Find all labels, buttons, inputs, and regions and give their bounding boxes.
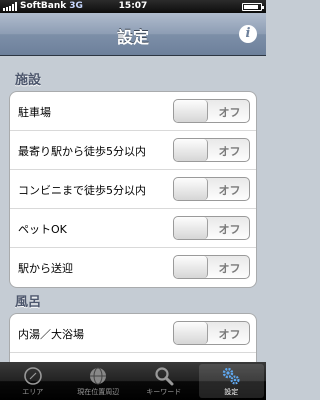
near-station-toggle[interactable]: オフ (173, 138, 250, 162)
tab-label: 設定 (224, 388, 239, 396)
setting-row-near-station: 最寄り駅から徒歩5分以内 オフ (10, 131, 256, 170)
toggle-state: オフ (218, 106, 241, 119)
setting-label: ペットOK (18, 223, 67, 236)
station-shuttle-toggle[interactable]: オフ (173, 255, 250, 279)
navigation-bar: 設定 i (0, 13, 266, 56)
toggle-state: オフ (218, 184, 241, 197)
gears-icon (223, 367, 240, 385)
toggle-state: オフ (218, 223, 241, 236)
pet-ok-toggle[interactable]: オフ (173, 216, 250, 240)
tab-keyword[interactable]: キーワード (131, 362, 197, 400)
tab-area[interactable]: エリア (0, 362, 66, 400)
tab-label: 現在位置周辺 (77, 388, 120, 396)
setting-label: コンビニまで徒歩5分以内 (18, 184, 146, 197)
settings-list[interactable]: 施設 駐車場 オフ 最寄り駅から徒歩5分以内 オフ コンビニまで徒歩5分以内 オ… (0, 57, 266, 362)
status-bar: SoftBank 3G 15:07 (0, 0, 266, 13)
page-title: 設定 (116, 28, 149, 47)
setting-label: 内湯／大浴場 (18, 328, 84, 341)
setting-row-station-shuttle: 駅から送迎 オフ (10, 248, 256, 287)
section-header-bath: 風呂 (15, 295, 42, 310)
status-time: 15:07 (118, 1, 148, 11)
tab-label: エリア (22, 388, 44, 396)
search-icon (155, 367, 174, 386)
battery-icon (242, 3, 264, 11)
setting-label: 最寄り駅から徒歩5分以内 (18, 145, 146, 158)
setting-label: 駐車場 (18, 106, 51, 119)
settings-group-bath: 内湯／大浴場 オフ (9, 313, 257, 362)
toggle-state: オフ (218, 262, 241, 275)
tab-nearby[interactable]: 現在位置周辺 (66, 362, 132, 400)
setting-row-parking: 駐車場 オフ (10, 92, 256, 131)
section-header-facilities: 施設 (15, 73, 42, 88)
settings-group-facilities: 駐車場 オフ 最寄り駅から徒歩5分以内 オフ コンビニまで徒歩5分以内 オフ ペ… (9, 91, 257, 288)
tab-bar: エリア 現在位置周辺 キーワード 設定 (0, 362, 266, 400)
near-convenience-store-toggle[interactable]: オフ (173, 177, 250, 201)
setting-row-indoor-bath: 内湯／大浴場 オフ (10, 314, 256, 353)
info-icon[interactable]: i (239, 25, 257, 43)
setting-row-pet-ok: ペットOK オフ (10, 209, 256, 248)
toggle-state: オフ (218, 145, 241, 158)
indoor-bath-toggle[interactable]: オフ (173, 321, 250, 345)
globe-icon (90, 367, 107, 385)
tab-label: キーワード (146, 388, 182, 396)
setting-label: 駅から送迎 (18, 262, 73, 275)
compass-icon (23, 367, 42, 385)
tab-settings[interactable]: 設定 (198, 364, 264, 398)
parking-toggle[interactable]: オフ (173, 99, 250, 123)
toggle-state: オフ (218, 328, 241, 341)
setting-row-near-convenience-store: コンビニまで徒歩5分以内 オフ (10, 170, 256, 209)
setting-row-partial (10, 353, 256, 362)
